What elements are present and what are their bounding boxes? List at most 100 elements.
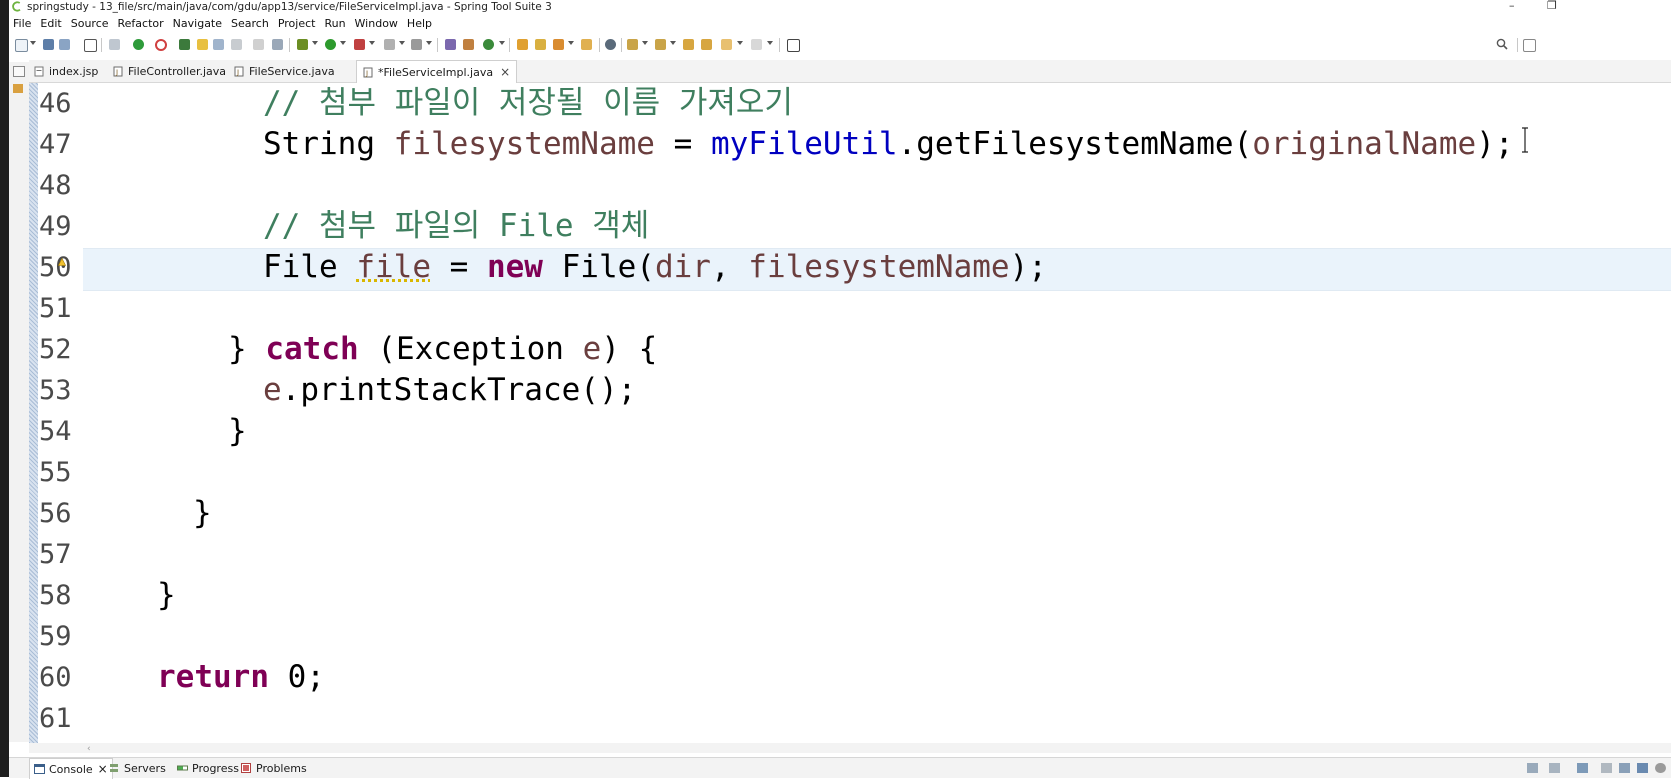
new-icon[interactable] bbox=[15, 39, 28, 52]
external-tools-dropdown-icon[interactable] bbox=[369, 41, 375, 45]
tab-progress[interactable]: Progress bbox=[177, 758, 239, 778]
restore-view-icon[interactable] bbox=[13, 66, 25, 77]
skip-breakpoints-icon[interactable] bbox=[109, 39, 120, 50]
debug-icon[interactable] bbox=[297, 39, 308, 50]
warning-marker-icon[interactable] bbox=[58, 258, 66, 266]
line-number: 57 bbox=[39, 534, 79, 575]
line-number: 59 bbox=[39, 616, 79, 657]
search-tool-dropdown-icon[interactable] bbox=[568, 41, 574, 45]
restore-button[interactable]: ❐ bbox=[1547, 0, 1557, 13]
open-type-icon[interactable] bbox=[517, 39, 528, 50]
back-dropdown-icon[interactable] bbox=[737, 41, 743, 45]
close-icon[interactable]: × bbox=[500, 65, 510, 79]
run-dropdown-icon[interactable] bbox=[340, 41, 346, 45]
code-editor[interactable]: 46 // 첨부 파일이 저장될 이름 가져오기 47 String files… bbox=[29, 83, 1671, 743]
next-annotation-dropdown-icon[interactable] bbox=[642, 41, 648, 45]
run-icon[interactable] bbox=[325, 39, 336, 50]
forward-icon[interactable] bbox=[751, 39, 762, 50]
perspective-switcher-icon[interactable] bbox=[1523, 39, 1536, 52]
debug-dropdown-icon[interactable] bbox=[312, 41, 318, 45]
save-all-icon[interactable] bbox=[59, 39, 70, 50]
stop-dropdown-icon[interactable] bbox=[399, 41, 405, 45]
jsp-file-icon bbox=[34, 66, 44, 77]
pin-console-icon[interactable] bbox=[1527, 763, 1538, 773]
open-console-icon[interactable] bbox=[1577, 763, 1588, 773]
tab-servers[interactable]: Servers bbox=[109, 758, 166, 778]
menu-run[interactable]: Run bbox=[320, 15, 350, 32]
line-number: 61 bbox=[39, 698, 79, 739]
progress-icon bbox=[177, 763, 188, 773]
open-task-icon[interactable] bbox=[535, 39, 546, 50]
code-line: 49 // 첨부 파일의 File 객체 bbox=[29, 206, 1671, 247]
tab-file-service-impl[interactable]: J *FileServiceImpl.java × bbox=[356, 60, 517, 83]
minimize-button[interactable]: – bbox=[1509, 0, 1515, 13]
previous-annotation-dropdown-icon[interactable] bbox=[670, 41, 676, 45]
search-tool-icon[interactable] bbox=[553, 39, 564, 50]
forward-dropdown-icon[interactable] bbox=[767, 41, 773, 45]
maximize-view-icon[interactable] bbox=[1619, 763, 1630, 773]
close-icon[interactable]: × bbox=[98, 762, 108, 776]
menu-source[interactable]: Source bbox=[67, 15, 114, 32]
new-class-dropdown-icon[interactable] bbox=[499, 41, 505, 45]
show-whitespace-icon[interactable] bbox=[231, 39, 242, 50]
search-icon[interactable] bbox=[1496, 38, 1508, 50]
paragraph-icon[interactable] bbox=[253, 39, 264, 50]
deploy-dropdown-icon[interactable] bbox=[426, 41, 432, 45]
back-history-icon[interactable] bbox=[701, 39, 712, 50]
code-token: e bbox=[583, 331, 602, 367]
run-server-icon[interactable] bbox=[133, 39, 144, 50]
pin-editor-icon[interactable] bbox=[787, 39, 800, 52]
editor-tab-bar: index.jsp J FileController.java J FileSe… bbox=[29, 60, 1671, 83]
spring-icon[interactable] bbox=[179, 39, 190, 50]
menu-refactor[interactable]: Refactor bbox=[114, 15, 169, 32]
menu-search[interactable]: Search bbox=[227, 15, 274, 32]
code-token: ); bbox=[1476, 126, 1513, 162]
line-number: 55 bbox=[39, 452, 79, 493]
tab-problems[interactable]: Problems bbox=[241, 758, 307, 778]
browser-icon[interactable] bbox=[605, 39, 616, 50]
deploy-icon[interactable] bbox=[411, 39, 422, 50]
outline-icon[interactable] bbox=[13, 84, 23, 93]
menu-navigate[interactable]: Navigate bbox=[169, 15, 227, 32]
display-console-icon[interactable] bbox=[1549, 763, 1560, 773]
scroll-left-icon[interactable]: ‹ bbox=[87, 744, 91, 754]
code-line: 57 bbox=[29, 534, 1671, 575]
code-token: .getFilesystemName( bbox=[898, 126, 1253, 162]
new-java-project-icon[interactable] bbox=[445, 39, 456, 50]
block-selection-icon[interactable] bbox=[213, 39, 224, 50]
tab-file-controller[interactable]: J FileController.java bbox=[113, 60, 226, 82]
tab-file-service[interactable]: J FileService.java bbox=[234, 60, 335, 82]
save-icon[interactable] bbox=[43, 39, 54, 50]
new-class-icon[interactable] bbox=[483, 39, 494, 50]
java-perspective-icon[interactable] bbox=[1637, 763, 1648, 773]
back-icon[interactable] bbox=[721, 39, 732, 50]
tab-index-jsp[interactable]: index.jsp bbox=[34, 60, 98, 82]
menu-window[interactable]: Window bbox=[351, 15, 403, 32]
code-token: File bbox=[263, 249, 356, 285]
menu-edit[interactable]: Edit bbox=[36, 15, 66, 32]
print-icon[interactable] bbox=[84, 39, 97, 52]
menu-file[interactable]: File bbox=[9, 15, 36, 32]
window-title: springstudy - 13_file/src/main/java/com/… bbox=[27, 0, 552, 14]
new-dropdown-icon[interactable] bbox=[30, 41, 36, 45]
code-token: e bbox=[263, 372, 282, 408]
tab-console[interactable]: Console × bbox=[29, 758, 113, 779]
minimize-view-icon[interactable] bbox=[1601, 763, 1612, 773]
external-tools-icon[interactable] bbox=[354, 39, 365, 50]
horizontal-scrollbar[interactable]: ‹ bbox=[29, 743, 1671, 753]
settings-icon[interactable] bbox=[1655, 763, 1666, 773]
stop-icon[interactable] bbox=[384, 39, 395, 50]
new-package-icon[interactable] bbox=[463, 39, 474, 50]
code-line: 51 bbox=[29, 288, 1671, 329]
code-token: originalName bbox=[1252, 126, 1476, 162]
menu-help[interactable]: Help bbox=[403, 15, 437, 32]
open-perspective-icon[interactable] bbox=[581, 39, 592, 50]
menu-project[interactable]: Project bbox=[274, 15, 321, 32]
mark-occurrences-icon[interactable] bbox=[197, 39, 208, 50]
next-annotation-icon[interactable] bbox=[627, 39, 638, 50]
toggle-icon[interactable] bbox=[272, 39, 283, 50]
refresh-icon[interactable] bbox=[155, 39, 167, 51]
code-token: (Exception bbox=[359, 331, 583, 367]
previous-annotation-icon[interactable] bbox=[655, 39, 666, 50]
last-edit-icon[interactable] bbox=[683, 39, 694, 50]
